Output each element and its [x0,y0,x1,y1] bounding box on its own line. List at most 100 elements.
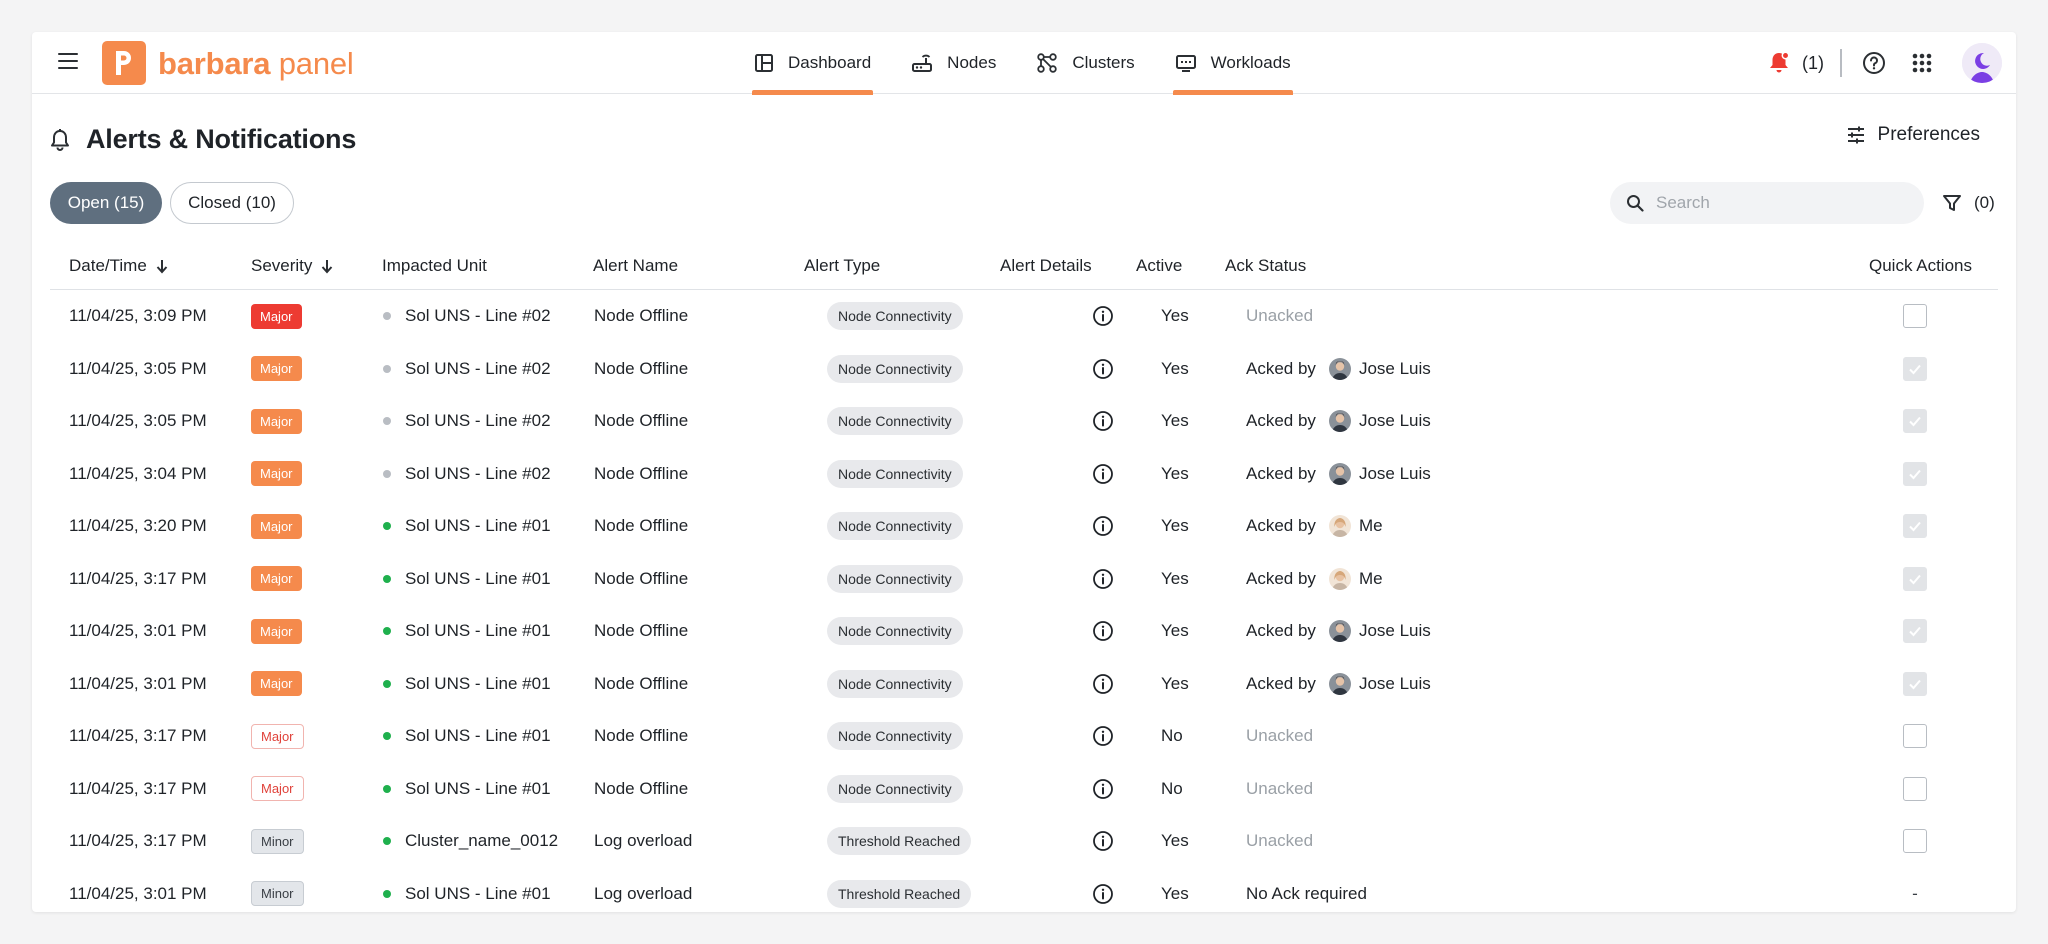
unit-status-dot [383,574,391,583]
alert-details-button[interactable] [1092,410,1114,432]
table-row[interactable]: 11/04/25, 3:01 PM Major Sol UNS - Line #01… [50,658,1998,711]
apps-button[interactable] [1904,45,1940,81]
alert-details-button[interactable] [1092,358,1114,380]
app-logo[interactable]: barbara panel [102,41,354,85]
ack-user-avatar [1328,462,1351,485]
col-active[interactable]: Active [1136,242,1182,290]
info-icon [1093,726,1113,747]
notifications-button[interactable]: (1) [1768,51,1824,75]
severity-cell: Major [251,395,302,448]
ack-checkbox[interactable] [1903,724,1927,749]
alert-details-button[interactable] [1092,463,1114,485]
impacted-unit[interactable]: Sol UNS - Line #01 [383,763,551,816]
table-row[interactable]: 11/04/25, 3:17 PM Major Sol UNS - Line #01… [50,710,1998,763]
user-avatar[interactable] [1962,43,2002,83]
ack-status: Acked by Jose Luis [1246,343,1431,396]
alert-details-button[interactable] [1092,515,1114,537]
impacted-unit[interactable]: Sol UNS - Line #01 [383,500,551,553]
ack-checkbox[interactable] [1903,304,1927,329]
nav-clusters[interactable]: Clusters [1034,32,1136,94]
ack-checkbox[interactable] [1903,356,1927,381]
alert-details-button[interactable] [1092,673,1114,695]
alert-details-button[interactable] [1092,830,1114,852]
impacted-unit[interactable]: Sol UNS - Line #02 [383,395,551,448]
alert-datetime: 11/04/25, 3:01 PM [69,673,207,693]
impacted-unit[interactable]: Sol UNS - Line #01 [383,605,551,658]
col-datetime[interactable]: Date/Time [69,242,169,290]
ack-checkbox[interactable] [1903,566,1927,591]
ack-checkbox[interactable] [1903,514,1927,539]
alert-type-chip: Node Connectivity [827,512,963,541]
cluster-icon [1037,53,1058,73]
alert-details-button[interactable] [1092,568,1114,590]
impacted-unit[interactable]: Sol UNS - Line #02 [383,448,551,501]
table-row[interactable]: 11/04/25, 3:09 PM Major Sol UNS - Line #02… [50,290,1998,343]
col-impacted-unit[interactable]: Impacted Unit [382,242,487,290]
col-alert-name[interactable]: Alert Name [593,242,678,290]
alert-details-button[interactable] [1092,883,1114,905]
table-row[interactable]: 11/04/25, 3:04 PM Major Sol UNS - Line #02… [50,448,1998,501]
active-status: No [1161,778,1183,798]
alert-name: Node Offline [594,306,689,326]
help-button[interactable] [1856,45,1892,81]
quick-action [1903,763,1927,816]
alert-type-chip: Node Connectivity [827,774,963,803]
preferences-button[interactable]: Preferences [1846,124,1980,146]
impacted-unit[interactable]: Sol UNS - Line #02 [383,290,551,343]
router-icon [912,54,933,72]
alert-details-cell [1092,710,1114,763]
tab-open[interactable]: Open (15) [50,182,162,224]
table-row[interactable]: 11/04/25, 3:01 PM Major Sol UNS - Line #01… [50,605,1998,658]
table-row[interactable]: 11/04/25, 3:05 PM Major Sol UNS - Line #02… [50,395,1998,448]
impacted-unit[interactable]: Sol UNS - Line #01 [383,710,551,763]
col-ack-status[interactable]: Ack Status [1225,242,1306,290]
filter-button[interactable]: (0) [1942,182,1995,224]
impacted-unit[interactable]: Sol UNS - Line #02 [383,343,551,396]
check-icon [1909,679,1921,690]
table-row[interactable]: 11/04/25, 3:17 PM Major Sol UNS - Line #01… [50,553,1998,606]
ack-status: Acked by Me [1246,553,1383,606]
table-row[interactable]: 11/04/25, 3:01 PM Minor Sol UNS - Line #01… [50,868,1998,913]
alert-name: Node Offline [594,463,689,483]
search-input[interactable] [1656,193,1896,213]
alert-details-button[interactable] [1092,305,1114,327]
alert-details-button[interactable] [1092,620,1114,642]
ack-checkbox[interactable] [1903,776,1927,801]
table-row[interactable]: 11/04/25, 3:17 PM Minor Cluster_name_0012 L… [50,815,1998,868]
tab-closed[interactable]: Closed (10) [170,182,294,224]
table-row[interactable]: 11/04/25, 3:05 PM Major Sol UNS - Line #02… [50,343,1998,396]
alert-details-cell [1092,868,1114,913]
col-alert-type[interactable]: Alert Type [804,242,880,290]
nav-dashboard[interactable]: Dashboard [752,32,874,95]
alert-type-cell: Node Connectivity [827,290,963,343]
alert-details-button[interactable] [1092,725,1114,747]
active-status: Yes [1161,516,1189,536]
user-avatar-icon [1962,43,2002,83]
alert-details-button[interactable] [1092,778,1114,800]
active-status: Yes [1161,358,1189,378]
ack-checkbox[interactable] [1903,619,1927,644]
alert-datetime: 11/04/25, 3:04 PM [69,463,207,483]
table-row[interactable]: 11/04/25, 3:17 PM Major Sol UNS - Line #01… [50,763,1998,816]
quick-action [1903,710,1927,763]
ack-checkbox[interactable] [1903,409,1927,434]
nav-nodes[interactable]: Nodes [909,32,998,94]
impacted-unit[interactable]: Sol UNS - Line #01 [383,868,551,913]
severity-cell: Major [251,763,304,816]
alert-name: Log overload [594,831,693,851]
ack-label: Acked by [1246,673,1316,693]
ack-checkbox[interactable] [1903,829,1927,854]
impacted-unit[interactable]: Sol UNS - Line #01 [383,658,551,711]
ack-status: Unacked [1246,831,1314,851]
impacted-unit-name: Sol UNS - Line #01 [405,883,551,903]
table-row[interactable]: 11/04/25, 3:20 PM Major Sol UNS - Line #01… [50,500,1998,553]
nav-workloads[interactable]: Workloads [1172,32,1293,95]
ack-checkbox[interactable] [1903,461,1927,486]
ack-user-name: Jose Luis [1358,411,1431,431]
hamburger-menu-icon[interactable] [58,53,78,69]
alert-name: Node Offline [594,778,689,798]
impacted-unit[interactable]: Cluster_name_0012 [383,815,558,868]
impacted-unit[interactable]: Sol UNS - Line #01 [383,553,551,606]
ack-checkbox[interactable] [1903,671,1927,696]
col-severity[interactable]: Severity [251,242,334,290]
